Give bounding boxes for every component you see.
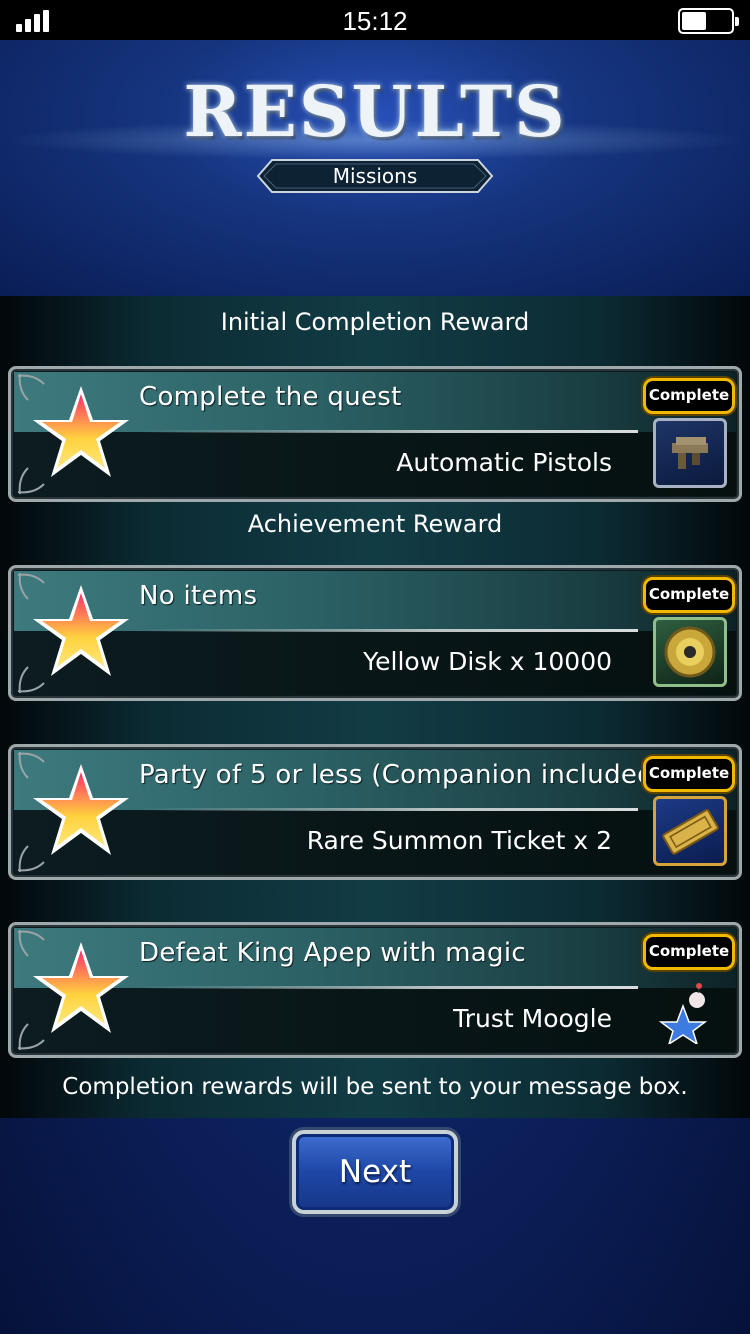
reward-name: Automatic Pistols (396, 448, 612, 477)
yellow-disk-icon (653, 617, 727, 687)
mission-title: No items (139, 581, 258, 611)
mission-title: Defeat King Apep with magic (139, 938, 526, 968)
reward-name: Trust Moogle (453, 1004, 612, 1033)
mission-card: Defeat King Apep with magic Trust Moogle… (8, 922, 742, 1058)
page-subtitle: Missions (332, 164, 418, 188)
status-time: 15:12 (342, 6, 408, 36)
mission-title: Party of 5 or less (Companion included) (139, 760, 665, 790)
subtitle-plate: Missions (256, 158, 494, 194)
results-header: RESULTS Missions (0, 40, 750, 296)
trust-moogle-icon (653, 974, 727, 1046)
summon-ticket-icon (653, 796, 727, 866)
card-divider (138, 629, 638, 632)
star-icon (33, 386, 129, 477)
next-button-label: Next (338, 1154, 412, 1190)
card-divider (138, 808, 638, 811)
card-divider (138, 986, 638, 989)
complete-badge: Complete (643, 934, 735, 970)
reward-name: Yellow Disk x 10000 (363, 647, 612, 676)
reward-name: Rare Summon Ticket x 2 (306, 826, 612, 855)
star-icon (33, 764, 129, 855)
star-icon (33, 942, 129, 1033)
pistols-icon (653, 418, 727, 488)
page-title: RESULTS (183, 70, 567, 153)
mission-title: Complete the quest (139, 382, 402, 412)
mission-card: Party of 5 or less (Companion included) … (8, 744, 742, 880)
star-icon (33, 585, 129, 676)
initial-reward-label: Initial Completion Reward (220, 308, 530, 336)
status-bar: 15:12 (0, 0, 750, 40)
mission-card: Complete the quest Automatic Pistols Com… (8, 366, 742, 502)
complete-badge: Complete (643, 756, 735, 792)
card-divider (138, 430, 638, 433)
mission-card: No items Yellow Disk x 10000 Complete (8, 565, 742, 701)
achievement-reward-label: Achievement Reward (247, 510, 503, 538)
footer-note: Completion rewards will be sent to your … (62, 1074, 688, 1100)
complete-badge: Complete (643, 378, 735, 414)
next-button[interactable]: Next (292, 1130, 458, 1214)
complete-badge: Complete (643, 577, 735, 613)
battery-icon (678, 8, 739, 34)
